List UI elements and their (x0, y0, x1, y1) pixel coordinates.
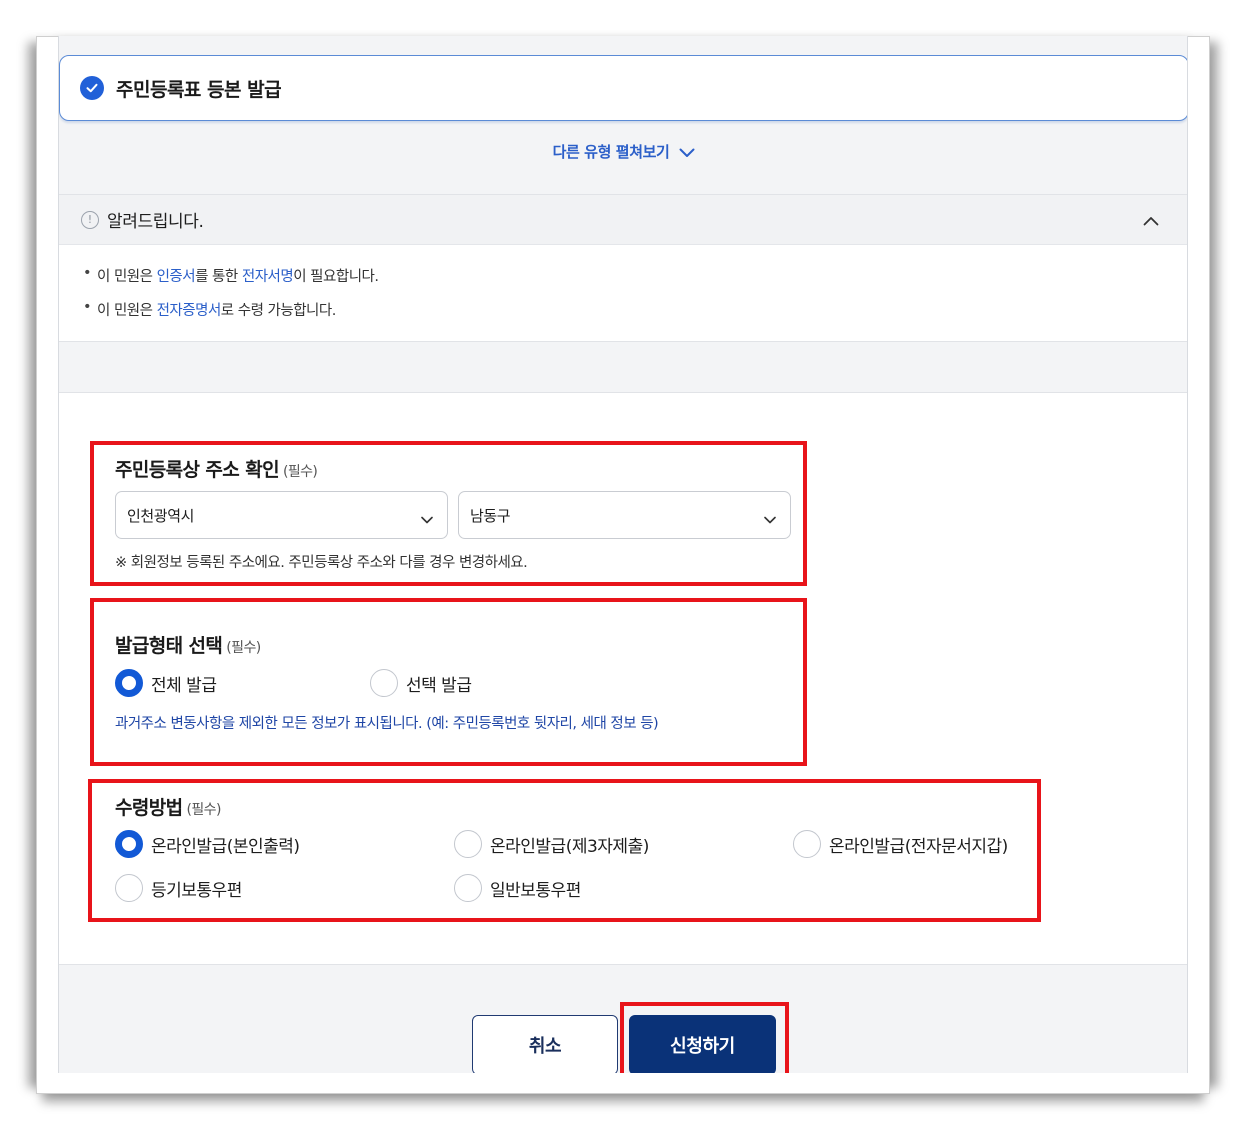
page-title: 주민등록표 등본 발급 (116, 78, 282, 101)
chevron-up-icon[interactable] (1143, 211, 1159, 230)
expand-link-label: 다른 유형 펼쳐보기 (552, 143, 670, 161)
notice-link-e-certificate[interactable]: 전자증명서 (157, 303, 222, 319)
application-form: 주민등록상 주소 확인 (필수) 인천광역시 남동구 ※ 회원정보 등록된 주소에… (59, 392, 1187, 965)
notice-link-certificate[interactable]: 인증서 (157, 269, 196, 285)
info-icon: ! (81, 210, 99, 229)
highlight-issue-type-box (90, 598, 807, 766)
chevron-down-icon (679, 144, 695, 162)
highlight-address-box (90, 441, 807, 586)
check-circle-icon (80, 76, 104, 100)
highlight-submit-box (620, 1002, 789, 1073)
notice-list: 이 민원은 인증서를 통한 전자서명이 필요합니다. 이 민원은 전자증명서로 … (59, 245, 1187, 320)
notice-title: 알려드립니다. (107, 212, 204, 232)
notice-item: 이 민원은 전자증명서로 수령 가능합니다. (83, 299, 1187, 320)
cancel-button[interactable]: 취소 (472, 1015, 618, 1073)
notice-link-e-signature[interactable]: 전자서명 (242, 269, 294, 285)
service-title-card: 주민등록표 등본 발급 (59, 55, 1187, 121)
notice-header[interactable]: ! 알려드립니다. (59, 195, 1187, 245)
notice-item: 이 민원은 인증서를 통한 전자서명이 필요합니다. (83, 265, 1187, 286)
highlight-receive-method-box (88, 779, 1041, 922)
notice-panel: ! 알려드립니다. 이 민원은 인증서를 통한 전자서명이 필요합니다. 이 민… (59, 194, 1187, 342)
page-container: 주민등록표 등본 발급 다른 유형 펼쳐보기 ! 알려드립니다. 이 민원은 인… (58, 36, 1188, 1073)
expand-other-types-link[interactable]: 다른 유형 펼쳐보기 (59, 141, 1187, 162)
